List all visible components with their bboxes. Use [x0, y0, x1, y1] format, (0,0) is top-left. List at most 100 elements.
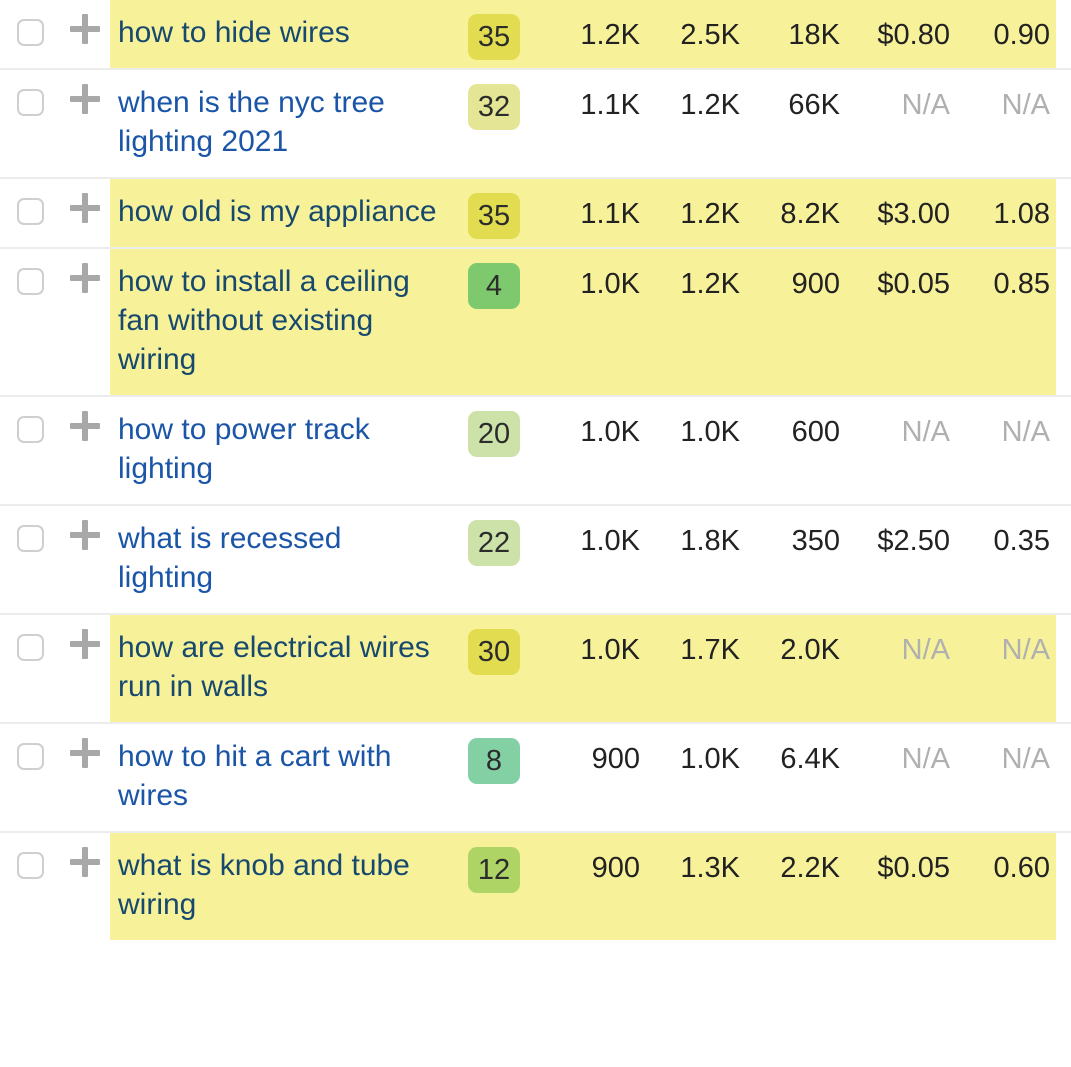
checkbox-icon[interactable] — [16, 89, 44, 116]
cell-add[interactable] — [60, 70, 110, 114]
keyword-link[interactable]: how to install a ceiling fan without exi… — [118, 262, 440, 379]
plus-icon[interactable] — [70, 411, 100, 441]
checkbox-icon[interactable] — [16, 198, 44, 225]
cell-cps: 1.08 — [993, 198, 1050, 230]
cell-keyword-difficulty: 22 — [448, 506, 540, 566]
cell-add[interactable] — [60, 0, 110, 44]
cell-global-volume: 1.3K — [680, 852, 740, 884]
cell-keyword: how to power track lighting — [110, 397, 448, 504]
table-row[interactable]: what is knob and tube wiring 12 900 1.3K 2.2… — [0, 833, 1071, 940]
plus-icon[interactable] — [70, 847, 100, 877]
keyword-link[interactable]: how old is my appliance — [118, 192, 440, 231]
cell-add[interactable] — [60, 615, 110, 659]
keyword-difficulty-badge: 12 — [468, 847, 520, 893]
cell-cps: 0.85 — [993, 268, 1050, 300]
cell-select[interactable] — [0, 724, 60, 770]
plus-icon[interactable] — [70, 84, 100, 114]
table-row[interactable]: how to power track lighting 20 1.0K 1.0K 600… — [0, 397, 1071, 506]
keyword-link[interactable]: when is the nyc tree lighting 2021 — [118, 83, 440, 161]
plus-icon[interactable] — [70, 629, 100, 659]
cell-cpc: N/A — [901, 416, 950, 448]
cell-select[interactable] — [0, 397, 60, 443]
checkbox-icon[interactable] — [16, 525, 44, 552]
keyword-difficulty-badge: 30 — [468, 629, 520, 675]
cell-cps: 0.90 — [993, 19, 1050, 51]
plus-icon[interactable] — [70, 520, 100, 550]
cell-select[interactable] — [0, 179, 60, 225]
keyword-text: how to power track lighting — [118, 413, 370, 485]
table-row[interactable]: how are electrical wires run in walls 30 1… — [0, 615, 1071, 724]
cell-traffic-potential: 8.2K — [780, 198, 840, 230]
cell-add[interactable] — [60, 249, 110, 293]
checkbox-icon[interactable] — [16, 19, 44, 46]
keyword-difficulty-badge: 35 — [468, 14, 520, 60]
cell-global-volume: 1.2K — [680, 268, 740, 300]
cell-cpc: $3.00 — [877, 198, 950, 230]
cell-add[interactable] — [60, 506, 110, 550]
plus-icon[interactable] — [70, 193, 100, 223]
checkbox-icon[interactable] — [16, 852, 44, 879]
table-row[interactable]: how to install a ceiling fan without exi… — [0, 249, 1071, 397]
plus-icon[interactable] — [70, 14, 100, 44]
cell-cpc: $0.05 — [877, 268, 950, 300]
cell-cps: 0.60 — [993, 852, 1050, 884]
cell-keyword: when is the nyc tree lighting 2021 — [110, 70, 448, 177]
checkbox-icon[interactable] — [16, 416, 44, 443]
cell-cpc: $0.05 — [877, 852, 950, 884]
cell-select[interactable] — [0, 70, 60, 116]
keyword-link[interactable]: how to hit a cart with wires — [118, 737, 440, 815]
keyword-link[interactable]: how to power track lighting — [118, 410, 440, 488]
cell-cpc: $0.80 — [877, 19, 950, 51]
cell-keyword: how to hit a cart with wires — [110, 724, 448, 831]
cell-cps: N/A — [1001, 416, 1050, 448]
cell-traffic-potential: 600 — [791, 416, 840, 448]
keyword-link[interactable]: what is recessed lighting — [118, 519, 440, 597]
cell-select[interactable] — [0, 506, 60, 552]
cell-volume: 1.1K — [580, 89, 640, 121]
cell-cpc: N/A — [901, 743, 950, 775]
keyword-ideas-table: how to hide wires 35 1.2K 2.5K 18K $0.80 0.90 w… — [0, 0, 1071, 940]
keyword-difficulty-badge: 22 — [468, 520, 520, 566]
cell-add[interactable] — [60, 833, 110, 877]
cell-select[interactable] — [0, 0, 60, 46]
cell-add[interactable] — [60, 724, 110, 768]
cell-add[interactable] — [60, 397, 110, 441]
plus-icon[interactable] — [70, 263, 100, 293]
keyword-text: what is recessed lighting — [118, 522, 342, 594]
cell-traffic-potential: 2.0K — [780, 634, 840, 666]
cell-keyword-difficulty: 32 — [448, 70, 540, 130]
checkbox-icon[interactable] — [16, 268, 44, 295]
table-row[interactable]: how old is my appliance 35 1.1K 1.2K 8.2K $3.… — [0, 179, 1071, 249]
table-row[interactable]: how to hide wires 35 1.2K 2.5K 18K $0.80 0.90 — [0, 0, 1071, 70]
cell-volume: 1.0K — [580, 634, 640, 666]
cell-select[interactable] — [0, 615, 60, 661]
cell-add[interactable] — [60, 179, 110, 223]
table-row[interactable]: what is recessed lighting 22 1.0K 1.8K 350 $2… — [0, 506, 1071, 615]
cell-global-volume: 1.0K — [680, 416, 740, 448]
cell-keyword: how to install a ceiling fan without exi… — [110, 249, 448, 395]
cell-cps: N/A — [1001, 743, 1050, 775]
table-row[interactable]: when is the nyc tree lighting 2021 32 1.1K… — [0, 70, 1071, 179]
cell-keyword: what is recessed lighting — [110, 506, 448, 613]
cell-cpc: $2.50 — [877, 525, 950, 557]
keyword-link[interactable]: what is knob and tube wiring — [118, 846, 440, 924]
keyword-link[interactable]: how to hide wires — [118, 13, 440, 52]
cell-volume: 1.0K — [580, 525, 640, 557]
cell-keyword: how are electrical wires run in walls — [110, 615, 448, 722]
plus-icon[interactable] — [70, 738, 100, 768]
keyword-link[interactable]: how are electrical wires run in walls — [118, 628, 440, 706]
cell-cps: N/A — [1001, 634, 1050, 666]
checkbox-icon[interactable] — [16, 743, 44, 770]
cell-keyword-difficulty: 4 — [448, 249, 540, 309]
cell-keyword-difficulty: 35 — [448, 179, 540, 239]
cell-volume: 900 — [591, 852, 640, 884]
keyword-text: when is the nyc tree lighting 2021 — [118, 86, 385, 158]
cell-traffic-potential: 6.4K — [780, 743, 840, 775]
checkbox-icon[interactable] — [16, 634, 44, 661]
cell-cps: 0.35 — [993, 525, 1050, 557]
cell-select[interactable] — [0, 833, 60, 879]
cell-global-volume: 1.8K — [680, 525, 740, 557]
cell-select[interactable] — [0, 249, 60, 295]
table-row[interactable]: how to hit a cart with wires 8 900 1.0K 6.4K… — [0, 724, 1071, 833]
cell-cpc: N/A — [901, 634, 950, 666]
